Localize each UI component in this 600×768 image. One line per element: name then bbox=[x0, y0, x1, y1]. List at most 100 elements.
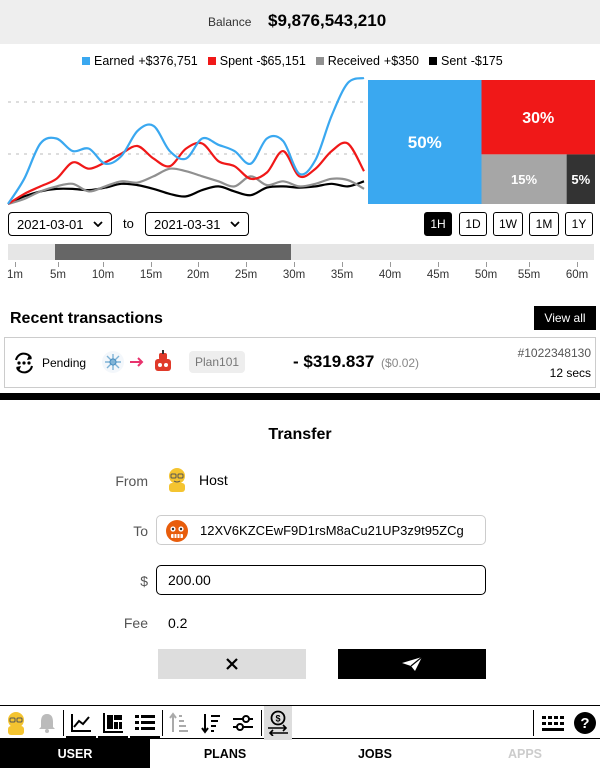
chevron-down-icon bbox=[230, 221, 240, 227]
tab-jobs[interactable]: JOBS bbox=[300, 739, 450, 768]
grid-chart-icon[interactable] bbox=[100, 710, 126, 736]
transaction-row[interactable]: Pending Plan101 - $319.837 ($0.02) #1022… bbox=[4, 337, 596, 388]
transaction-plan-tag: Plan101 bbox=[189, 351, 246, 373]
recipient-avatar-icon bbox=[166, 520, 188, 542]
toolbar-separator bbox=[162, 710, 163, 736]
svg-text:?: ? bbox=[580, 715, 589, 732]
timeline-label: 15m bbox=[139, 269, 163, 281]
timeline-label: 30m bbox=[282, 269, 306, 281]
sliders-icon[interactable] bbox=[230, 710, 256, 736]
toolbar-separator bbox=[63, 710, 64, 736]
fee-value: 0.2 bbox=[168, 615, 188, 631]
timeline-label: 20m bbox=[186, 269, 210, 281]
treemap-label: 15% bbox=[511, 172, 537, 187]
icon-toolbar: $ ? bbox=[0, 705, 600, 740]
send-button[interactable] bbox=[338, 649, 486, 679]
chart-legend: Earned +$376,751 Spent -$65,151 Received… bbox=[82, 54, 503, 68]
balance-label: Balance bbox=[208, 15, 252, 29]
legend-item-received[interactable]: Received +$350 bbox=[315, 54, 420, 68]
timeline-tick bbox=[198, 262, 199, 267]
timeline-tick bbox=[103, 262, 104, 267]
tab-plans[interactable]: PLANS bbox=[150, 739, 300, 768]
timeline-tick bbox=[294, 262, 295, 267]
legend-item-spent[interactable]: Spent -$65,151 bbox=[207, 54, 306, 68]
sort-asc-icon[interactable] bbox=[166, 710, 192, 736]
to-address-field[interactable]: 12XV6KZCEwF9D1rsM8aCu21UP3z9t95ZCg bbox=[156, 515, 486, 545]
send-icon bbox=[402, 656, 423, 671]
timeline-tick bbox=[246, 262, 247, 267]
timeline-tick bbox=[58, 262, 59, 267]
view-all-button[interactable]: View all bbox=[534, 306, 596, 330]
timeline-tick bbox=[15, 262, 16, 267]
legend-name: Received bbox=[327, 54, 380, 68]
series-line-spent bbox=[7, 141, 365, 205]
timeline-tick bbox=[438, 262, 439, 267]
legend-item-sent[interactable]: Sent -$175 bbox=[429, 54, 503, 68]
timeline-tick bbox=[529, 262, 530, 267]
cancel-button[interactable] bbox=[158, 649, 306, 679]
timeline-label: 35m bbox=[330, 269, 354, 281]
legend-value: +$350 bbox=[383, 54, 420, 68]
transaction-amount: - $319.837 bbox=[293, 352, 375, 371]
range-button-1m[interactable]: 1M bbox=[529, 212, 559, 236]
treemap-label: 5% bbox=[571, 172, 590, 187]
timeline-tick bbox=[342, 262, 343, 267]
legend-name: Spent bbox=[219, 54, 253, 68]
range-button-1w[interactable]: 1W bbox=[493, 212, 523, 236]
range-button-1d[interactable]: 1D bbox=[459, 212, 487, 236]
line-chart-icon[interactable] bbox=[68, 710, 94, 736]
recent-transactions-title: Recent transactions bbox=[10, 310, 163, 327]
timeline-label: 25m bbox=[234, 269, 258, 281]
legend-item-earned[interactable]: Earned +$376,751 bbox=[82, 54, 198, 68]
timeline-label: 10m bbox=[91, 269, 115, 281]
tab-user[interactable]: USER bbox=[0, 739, 150, 768]
tab-apps: APPS bbox=[507, 746, 543, 761]
fee-label: Fee bbox=[123, 615, 148, 631]
timeline-selection[interactable] bbox=[55, 244, 291, 260]
amount-label: $ bbox=[140, 573, 148, 589]
date-to-select[interactable]: 2021-03-31 bbox=[145, 212, 249, 236]
close-icon bbox=[226, 658, 238, 670]
date-from-value: 2021-03-01 bbox=[17, 216, 84, 232]
transaction-amount-group: - $319.837 ($0.02) bbox=[293, 352, 419, 372]
keyboard-icon[interactable] bbox=[540, 710, 566, 736]
toolbar-separator bbox=[261, 710, 262, 736]
timeline-label: 1m bbox=[7, 269, 23, 281]
transaction-status: Pending bbox=[42, 356, 87, 370]
transfer-title: Transfer bbox=[268, 426, 332, 443]
from-label: From bbox=[115, 473, 148, 489]
balance-bar: Balance $9,876,543,210 bbox=[0, 0, 600, 44]
arrow-right-icon bbox=[130, 357, 144, 367]
transaction-fee: ($0.02) bbox=[381, 356, 420, 370]
section-divider bbox=[0, 393, 600, 400]
svg-text:$: $ bbox=[275, 714, 280, 724]
legend-swatch-sent bbox=[429, 57, 438, 65]
timeline-label: 55m bbox=[517, 269, 541, 281]
range-button-1y[interactable]: 1Y bbox=[565, 212, 593, 236]
legend-value: -$175 bbox=[470, 54, 503, 68]
toolbar-separator bbox=[533, 710, 534, 736]
transfer-icon[interactable]: $ bbox=[265, 710, 291, 736]
help-icon[interactable]: ? bbox=[572, 710, 598, 736]
amount-input[interactable] bbox=[156, 565, 486, 595]
legend-name: Earned bbox=[94, 54, 135, 68]
legend-swatch-spent bbox=[207, 57, 216, 65]
legend-value: -$65,151 bbox=[256, 54, 306, 68]
sort-desc-icon[interactable] bbox=[198, 710, 224, 736]
bell-icon[interactable] bbox=[34, 710, 60, 736]
date-to-value: 2021-03-31 bbox=[154, 216, 221, 232]
range-button-1h[interactable]: 1H bbox=[424, 212, 452, 236]
timeline-label: 5m bbox=[50, 269, 66, 281]
treemap-label: 50% bbox=[408, 133, 442, 152]
date-from-select[interactable]: 2021-03-01 bbox=[8, 212, 112, 236]
legend-name: Sent bbox=[441, 54, 467, 68]
list-icon[interactable] bbox=[132, 710, 158, 736]
from-value: Host bbox=[199, 472, 228, 488]
timeline-label: 60m bbox=[565, 269, 589, 281]
legend-swatch-received bbox=[315, 57, 324, 65]
balance-value: $9,876,543,210 bbox=[268, 11, 387, 30]
balance-chart: 50% 30% 15% 5% bbox=[7, 76, 595, 206]
date-to-label: to bbox=[123, 216, 134, 231]
pending-sync-icon bbox=[15, 352, 33, 374]
avatar-icon[interactable] bbox=[3, 710, 29, 736]
